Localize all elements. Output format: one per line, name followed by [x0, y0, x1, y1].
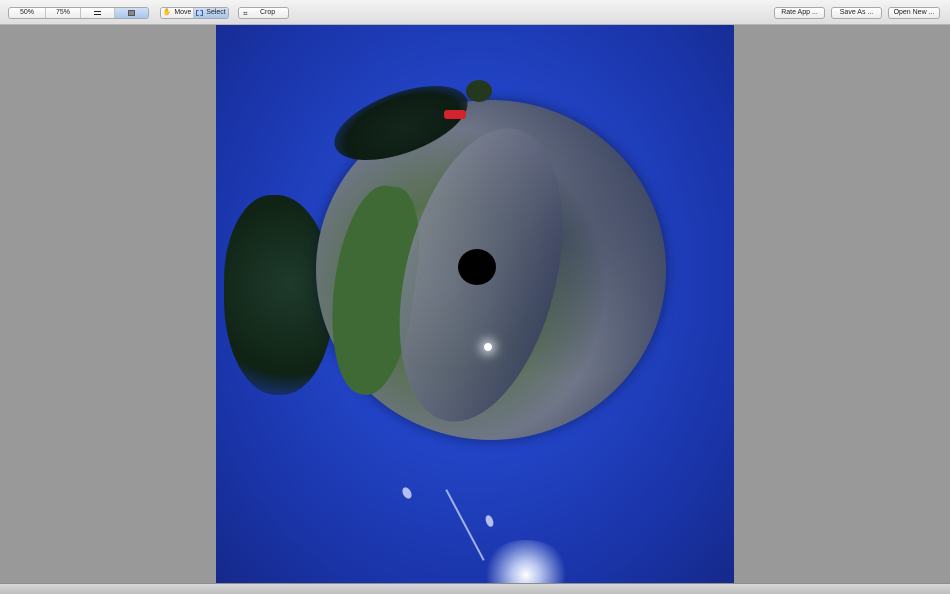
- lens-spot: [484, 514, 495, 528]
- tool-segmented-control: ✋ Move Select: [160, 7, 229, 19]
- zoom-50-button[interactable]: 50%: [9, 8, 46, 18]
- save-as-button[interactable]: Save As ...: [831, 7, 882, 19]
- bottom-bar: [0, 583, 950, 594]
- hand-icon: ✋: [162, 9, 172, 16]
- fit-to-window-icon: [94, 11, 101, 15]
- zoom-50-label: 50%: [19, 9, 34, 16]
- crop-icon: ⌗: [243, 9, 248, 18]
- zoom-75-button[interactable]: 75%: [46, 8, 81, 18]
- zoom-fill-button[interactable]: [115, 8, 148, 18]
- select-tool-button[interactable]: Select: [194, 8, 228, 18]
- selection-rect-icon: [196, 10, 204, 16]
- crop-label: Crop: [260, 9, 276, 16]
- nadir-black-spot: [458, 249, 496, 285]
- crop-button[interactable]: ⌗ Crop: [238, 7, 289, 19]
- move-tool-button[interactable]: ✋ Move: [161, 8, 195, 18]
- toolbar: 50% 75% ✋ Move Select ⌗ Crop Rate App ..…: [0, 0, 950, 25]
- lens-spot: [400, 485, 414, 501]
- rate-app-button[interactable]: Rate App ...: [774, 7, 825, 19]
- select-tool-label: Select: [206, 9, 226, 16]
- zoom-fit-button[interactable]: [81, 8, 115, 18]
- rate-app-label: Rate App ...: [781, 9, 818, 16]
- light-flare: [484, 343, 492, 351]
- open-new-label: Open New ...: [893, 9, 935, 16]
- red-car-shape: [444, 110, 466, 119]
- move-tool-label: Move: [174, 9, 192, 16]
- image-canvas[interactable]: [216, 25, 734, 583]
- zoom-segmented-control: 50% 75%: [8, 7, 149, 19]
- fill-window-icon: [128, 10, 135, 16]
- zoom-75-label: 75%: [55, 9, 70, 16]
- palm-tree-shape: [466, 80, 492, 102]
- open-new-button[interactable]: Open New ...: [888, 7, 940, 19]
- sun-glow: [481, 540, 571, 583]
- save-as-label: Save As ...: [839, 9, 874, 16]
- sun-streak: [445, 489, 485, 561]
